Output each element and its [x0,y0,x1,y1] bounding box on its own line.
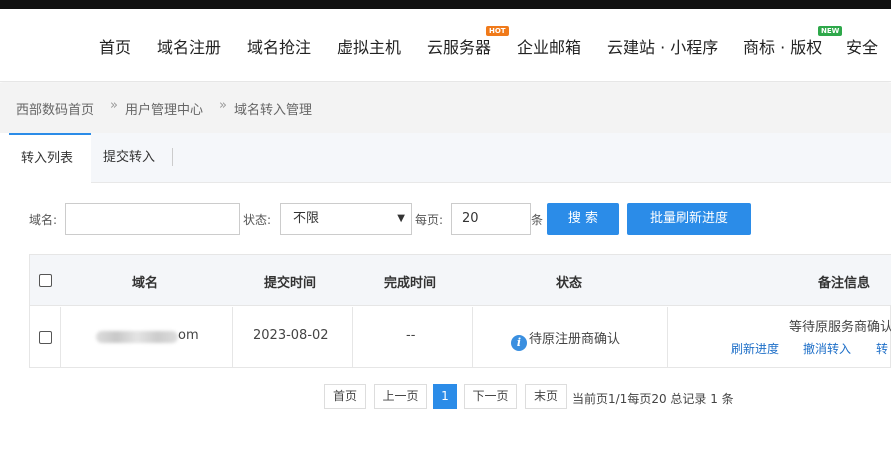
chevron-down-icon: ▼ [397,213,405,224]
column-header-submit-time: 提交时间 [264,276,317,291]
refresh-progress-link[interactable]: 刷新进度 [731,340,779,357]
nav-item-site-builder[interactable]: 云建站 · 小程序 [607,34,718,58]
new-badge: NEW [818,26,843,36]
nav-item-domain-backorder[interactable]: 域名抢注 [247,34,311,58]
content-panel: 转入列表 提交转入 域名: 状态: 不限 ▼ 每页: 20 条 搜 索 批量刷新… [9,133,891,472]
breadcrumb-current: 域名转入管理 [234,103,313,118]
row-submit-time: 2023-08-02 [253,328,329,343]
nav-item-home[interactable]: 首页 [99,34,131,58]
redacted-domain-blur [96,331,178,343]
row-domain: om [178,328,199,343]
cancel-transfer-link[interactable]: 撤消转入 [803,340,851,357]
next-page-button[interactable]: 下一页 [464,384,517,409]
domain-filter-label: 域名: [29,213,58,227]
breadcrumb-user-center[interactable]: 用户管理中心 [125,99,203,118]
status-filter-label: 状态: [243,213,272,227]
column-header-status: 状态 [556,276,583,291]
nav-item-enterprise-mail[interactable]: 企业邮箱 [517,34,581,58]
first-page-button[interactable]: 首页 [324,384,366,409]
breadcrumb-home[interactable]: 西部数码首页 [16,99,94,118]
top-header-strip [0,0,891,9]
status-filter-select[interactable]: 不限 ▼ [280,203,412,235]
column-header-domain: 域名 [132,276,159,291]
nav-item-security[interactable]: 安全 [846,34,878,58]
column-header-remark: 备注信息 [818,276,871,291]
perpage-label: 每页: [415,213,444,227]
transfer-more-link[interactable]: 转 [876,340,888,357]
prev-page-button[interactable]: 上一页 [374,384,427,409]
table-row: om 2023-08-02 -- i 待原注册商确认 等待原服务商确认 刷新进度 … [30,307,891,368]
perpage-unit: 条 [531,213,544,227]
row-remark: 等待原服务商确认 [789,320,891,335]
row-status: i 待原注册商确认 [511,328,620,351]
info-icon: i [511,335,527,351]
filter-bar: 域名: 状态: 不限 ▼ 每页: 20 条 搜 索 批量刷新进度 [9,203,891,237]
table-header: 域名 提交时间 完成时间 状态 备注信息 [30,255,891,306]
row-status-text: 待原注册商确认 [529,332,621,347]
current-page-button[interactable]: 1 [433,384,457,409]
nav-item-virtual-host[interactable]: 虚拟主机 [337,34,401,58]
column-header-complete-time: 完成时间 [384,276,437,291]
tab-transfer-list[interactable]: 转入列表 [9,133,91,184]
tab-bar: 转入列表 提交转入 [9,133,891,184]
batch-refresh-button[interactable]: 批量刷新进度 [627,203,751,235]
search-button[interactable]: 搜 索 [547,203,619,235]
row-checkbox[interactable] [39,331,52,344]
hot-badge: HOT [486,26,509,36]
nav-item-trademark[interactable]: 商标 · 版权 [743,34,822,58]
nav-item-domain-register[interactable]: 域名注册 [157,34,221,58]
transfer-table: 域名 提交时间 完成时间 状态 备注信息 om 2023-08-02 -- i待… [29,254,891,368]
breadcrumb-separator: » [219,98,227,113]
main-nav: 首页 域名注册 域名抢注 虚拟主机 云服务器 HOT 企业邮箱 云建站 · 小程… [0,9,891,82]
breadcrumb: 西部数码首页 » 用户管理中心 » 域名转入管理 [0,83,891,133]
domain-filter-input[interactable] [65,203,240,235]
pagination-info: 当前页1/1每页20 总记录 1 条 [572,392,734,406]
breadcrumb-separator: » [110,98,118,113]
status-filter-value: 不限 [293,211,320,226]
tab-divider [172,148,173,166]
nav-item-cloud-server[interactable]: 云服务器 [427,34,491,58]
tab-submit-transfer[interactable]: 提交转入 [91,133,167,183]
select-all-checkbox[interactable] [39,274,52,287]
last-page-button[interactable]: 末页 [525,384,567,409]
perpage-input[interactable]: 20 [451,203,531,235]
row-complete-time: -- [406,328,416,343]
